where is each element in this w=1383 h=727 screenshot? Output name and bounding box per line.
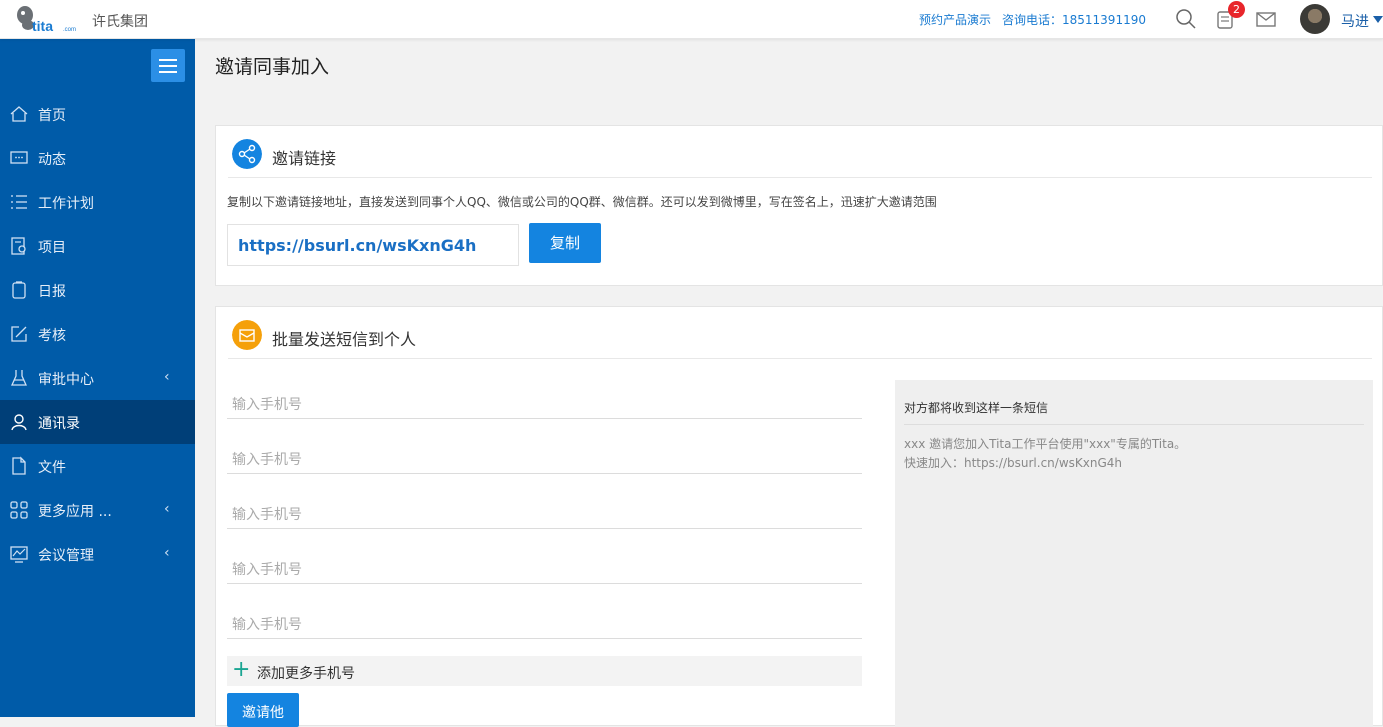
invite-url-field[interactable]: https://bsurl.cn/wsKxnG4h: [227, 224, 519, 266]
sidebar-item-label: 更多应用 ...: [38, 504, 112, 520]
sidebar-item-feed[interactable]: 动态: [0, 136, 195, 180]
sidebar-item-label: 通讯录: [38, 416, 80, 432]
chevron-left-icon: ‹: [164, 545, 170, 561]
phone-input[interactable]: 输入手机号: [227, 377, 862, 419]
demo-link[interactable]: 预约产品演示: [919, 11, 991, 28]
tita-logo[interactable]: tita .com: [14, 4, 76, 34]
chevron-left-icon: ‹: [164, 501, 170, 517]
title-band: [195, 39, 1383, 104]
sidebar-item-home[interactable]: 首页: [0, 92, 195, 136]
sms-preview-panel: 对方都将收到这样一条短信 xxx 邀请您加入Tita工作平台使用"xxx"专属的…: [895, 380, 1373, 727]
invite-link-title: 邀请链接: [272, 149, 337, 168]
invite-button[interactable]: 邀请他: [227, 693, 299, 727]
add-more-phones-button[interactable]: + 添加更多手机号: [227, 656, 862, 686]
top-bar: tita .com 许氏集团 预约产品演示 咨询电话：18511391190 2…: [0, 0, 1383, 39]
meeting-icon: [10, 546, 28, 563]
copy-button[interactable]: 复制: [529, 223, 601, 263]
phone-input[interactable]: 输入手机号: [227, 597, 862, 639]
sidebar-item-daily-report[interactable]: 日报: [0, 268, 195, 312]
sidebar-item-label: 考核: [38, 328, 66, 344]
home-icon: [10, 106, 28, 122]
notification-badge: 2: [1228, 1, 1245, 18]
svg-text:tita: tita: [32, 18, 53, 34]
organization-name[interactable]: 许氏集团: [92, 11, 148, 31]
sms-invite-card: 批量发送短信到个人 输入手机号 输入手机号 输入手机号 输入手机号 输入手机号 …: [215, 306, 1383, 727]
sidebar-item-approval[interactable]: 审批中心 ‹: [0, 356, 195, 400]
chevron-left-icon: ‹: [164, 369, 170, 385]
plus-icon: +: [232, 657, 251, 682]
sidebar-item-label: 日报: [38, 284, 66, 300]
sidebar-item-more-apps[interactable]: 更多应用 ... ‹: [0, 488, 195, 532]
sidebar-item-contacts[interactable]: 通讯录: [0, 400, 195, 444]
sms-preview-text: xxx 邀请您加入Tita工作平台使用"xxx"专属的Tita。: [904, 437, 1187, 451]
sms-preview-link: 快速加入：https://bsurl.cn/wsKxnG4h: [904, 456, 1122, 470]
sms-header: 批量发送短信到个人: [228, 307, 1372, 359]
sidebar-item-label: 工作计划: [38, 196, 94, 212]
sidebar-item-label: 首页: [38, 108, 66, 124]
sidebar-item-files[interactable]: 文件: [0, 444, 195, 488]
svg-text:.com: .com: [63, 27, 76, 33]
add-more-label: 添加更多手机号: [257, 666, 355, 682]
flask-icon: [10, 370, 28, 386]
sidebar-item-label: 会议管理: [38, 548, 94, 564]
phone-input[interactable]: 输入手机号: [227, 432, 862, 474]
sidebar-item-label: 项目: [38, 240, 66, 256]
sms-preview-title: 对方都将收到这样一条短信: [904, 399, 1364, 425]
avatar[interactable]: [1300, 4, 1330, 34]
project-icon: [11, 237, 26, 255]
invite-link-card: 邀请链接 复制以下邀请链接地址，直接发送到同事个人QQ、微信或公司的QQ群、微信…: [215, 125, 1383, 286]
chat-icon: [10, 151, 28, 164]
list-icon: [11, 195, 27, 209]
chevron-down-icon[interactable]: [1373, 16, 1383, 23]
phone-input[interactable]: 输入手机号: [227, 542, 862, 584]
sidebar-item-meetings[interactable]: 会议管理 ‹: [0, 532, 195, 576]
menu-toggle-button[interactable]: [151, 49, 185, 82]
page-title: 邀请同事加入: [215, 56, 330, 78]
invite-link-header: 邀请链接: [228, 126, 1372, 178]
person-icon: [11, 414, 27, 431]
phone-contact: 咨询电话：18511391190: [1002, 13, 1146, 27]
user-name[interactable]: 马进: [1341, 11, 1369, 31]
phone-input[interactable]: 输入手机号: [227, 487, 862, 529]
sidebar-item-assessment[interactable]: 考核: [0, 312, 195, 356]
assessment-icon: [11, 326, 27, 342]
grid-icon: [10, 501, 28, 519]
sidebar-item-work-plan[interactable]: 工作计划: [0, 180, 195, 224]
sidebar-item-label: 动态: [38, 152, 66, 168]
sidebar-item-label: 审批中心: [38, 372, 94, 388]
sms-title: 批量发送短信到个人: [272, 330, 417, 349]
sidebar-item-project[interactable]: 项目: [0, 224, 195, 268]
share-icon: [232, 139, 262, 169]
file-icon: [12, 456, 26, 475]
sidebar: 首页 动态 工作计划 项目 日报 考核 审批中心 ‹ 通讯录 文件 更多应用 .…: [0, 39, 195, 717]
daily-report-icon: [12, 281, 26, 299]
sidebar-item-label: 文件: [38, 460, 66, 476]
mail-icon[interactable]: [1255, 8, 1277, 30]
search-icon[interactable]: [1175, 8, 1197, 30]
envelope-icon: [232, 320, 262, 350]
invite-link-description: 复制以下邀请链接地址，直接发送到同事个人QQ、微信或公司的QQ群、微信群。还可以…: [227, 195, 937, 209]
